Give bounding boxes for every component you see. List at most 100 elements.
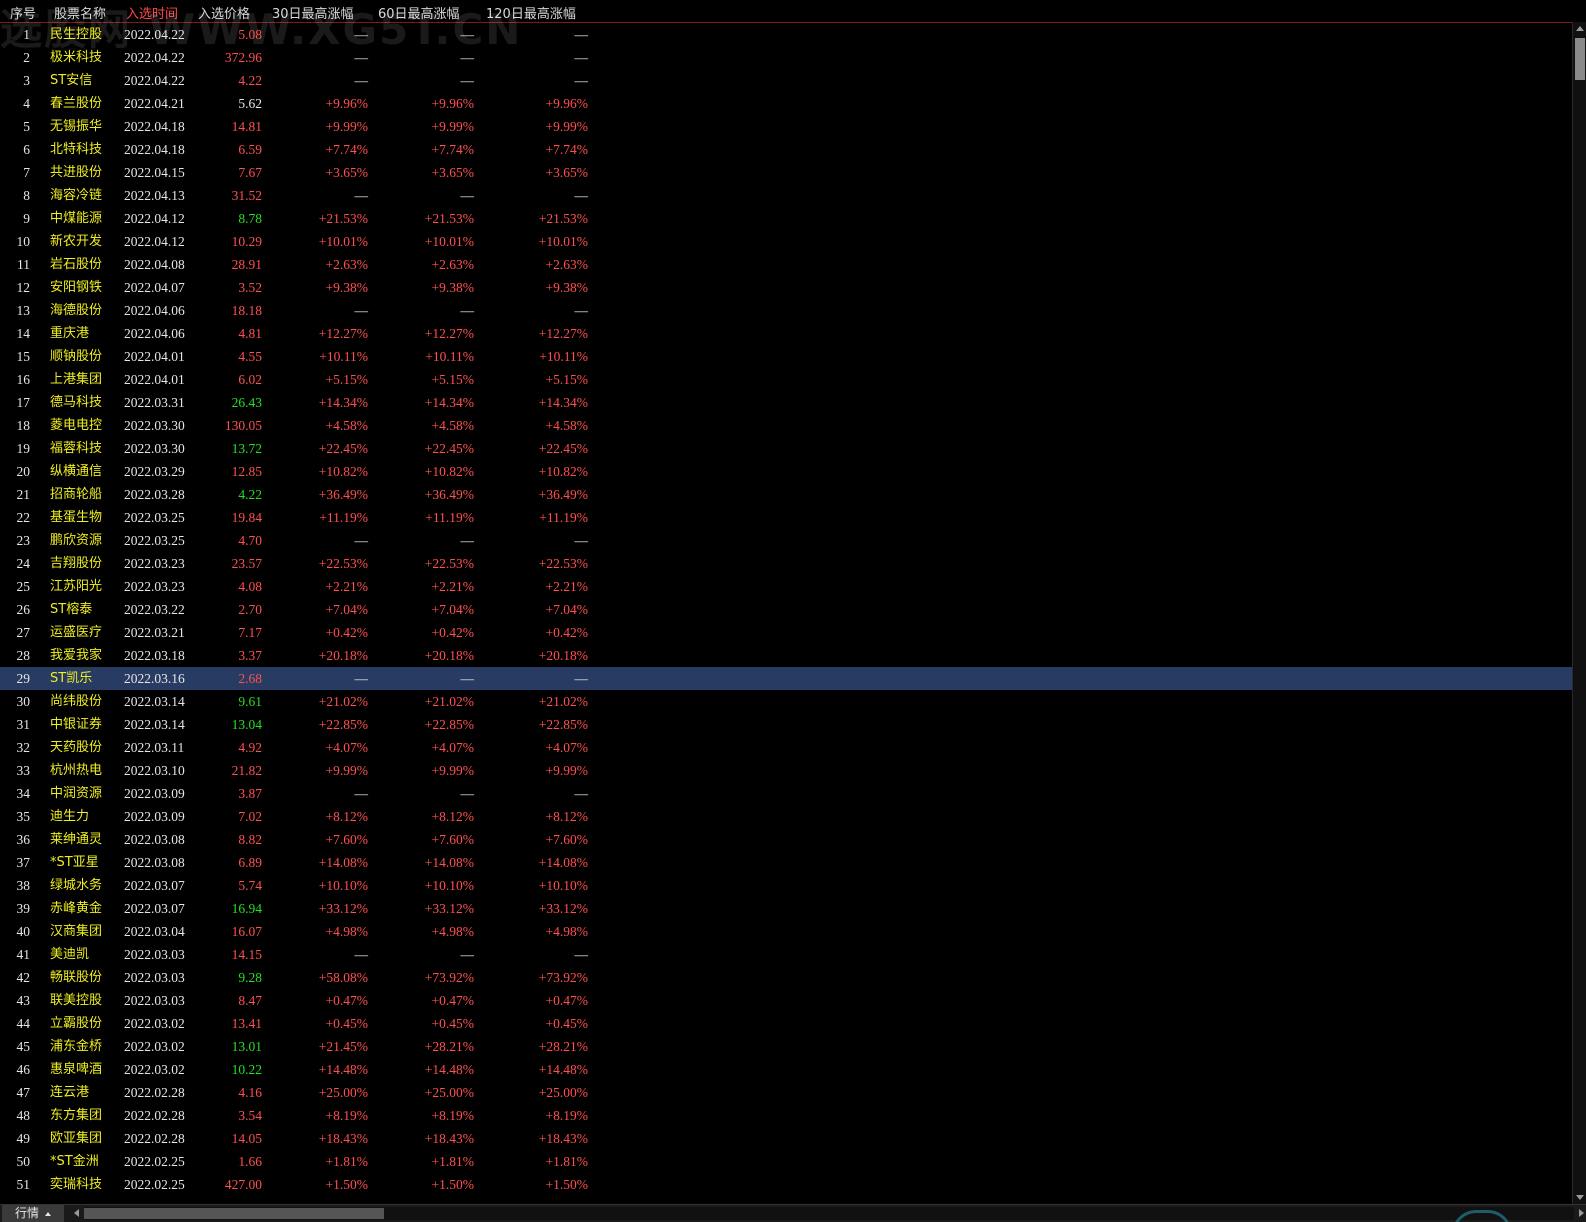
gain-30d: +21.45% xyxy=(318,1039,368,1054)
row-index: 3 xyxy=(23,73,30,88)
table-row[interactable]: 13 海德股份 2022.04.06 18.18 — — — xyxy=(0,299,1572,322)
table-row[interactable]: 24 吉翔股份 2022.03.23 23.57 +22.53% +22.53% +22.5… xyxy=(0,552,1572,575)
table-row[interactable]: 8 海容冷链 2022.04.13 31.52 — — — xyxy=(0,184,1572,207)
stock-name: 德马科技 xyxy=(50,395,103,410)
table-row[interactable]: 16 上港集团 2022.04.01 6.02 +5.15% +5.15% +5.15% xyxy=(0,368,1572,391)
column-header-60d-gain[interactable]: 60日最高涨幅 xyxy=(378,3,460,22)
select-date: 2022.03.22 xyxy=(124,602,185,617)
table-row[interactable]: 21 招商轮船 2022.03.28 4.22 +36.49% +36.49% +36.49… xyxy=(0,483,1572,506)
select-date: 2022.04.13 xyxy=(124,188,185,203)
table-row[interactable]: 31 中银证券 2022.03.14 13.04 +22.85% +22.85% +22.8… xyxy=(0,713,1572,736)
select-price: 28.91 xyxy=(231,257,262,272)
gain-60d: +14.08% xyxy=(424,855,474,870)
table-row[interactable]: 34 中润资源 2022.03.09 3.87 — — — xyxy=(0,782,1572,805)
table-row[interactable]: 27 运盛医疗 2022.03.21 7.17 +0.42% +0.42% +0.42% xyxy=(0,621,1572,644)
column-header-120d-gain[interactable]: 120日最高涨幅 xyxy=(486,3,576,22)
table-row[interactable]: 30 尚纬股份 2022.03.14 9.61 +21.02% +21.02% +21.02… xyxy=(0,690,1572,713)
stock-name: 江苏阳光 xyxy=(50,579,103,594)
table-row[interactable]: 46 惠泉啤酒 2022.03.02 10.22 +14.48% +14.48% +14.4… xyxy=(0,1058,1572,1081)
scroll-down-icon[interactable] xyxy=(1576,1195,1584,1200)
table-row[interactable]: 11 岩石股份 2022.04.08 28.91 +2.63% +2.63% +2.63% xyxy=(0,253,1572,276)
table-row[interactable]: 42 畅联股份 2022.03.03 9.28 +58.08% +73.92% +73.92… xyxy=(0,966,1572,989)
row-index: 45 xyxy=(16,1039,31,1054)
table-row[interactable]: 49 欧亚集团 2022.02.28 14.05 +18.43% +18.43% +18.4… xyxy=(0,1127,1572,1150)
table-row[interactable]: 2 极米科技 2022.04.22 372.96 — — — xyxy=(0,46,1572,69)
table-row[interactable]: 32 天药股份 2022.03.11 4.92 +4.07% +4.07% +4.07% xyxy=(0,736,1572,759)
select-price: 3.52 xyxy=(238,280,262,295)
table-row[interactable]: 19 福蓉科技 2022.03.30 13.72 +22.45% +22.45% +22.4… xyxy=(0,437,1572,460)
table-row[interactable]: 7 共进股份 2022.04.15 7.67 +3.65% +3.65% +3.65% xyxy=(0,161,1572,184)
table-row[interactable]: 28 我爱我家 2022.03.18 3.37 +20.18% +20.18% +20.18… xyxy=(0,644,1572,667)
select-date: 2022.03.29 xyxy=(124,464,185,479)
table-row[interactable]: 10 新农开发 2022.04.12 10.29 +10.01% +10.01% +10.0… xyxy=(0,230,1572,253)
table-row[interactable]: 12 安阳钢铁 2022.04.07 3.52 +9.38% +9.38% +9.38% xyxy=(0,276,1572,299)
table-row[interactable]: 6 北特科技 2022.04.18 6.59 +7.74% +7.74% +7.74% xyxy=(0,138,1572,161)
table-row[interactable]: 35 迪生力 2022.03.09 7.02 +8.12% +8.12% +8.12% xyxy=(0,805,1572,828)
gain-30d: +22.45% xyxy=(318,441,368,456)
column-header-stock-name[interactable]: 股票名称 xyxy=(54,3,106,22)
column-header-index[interactable]: 序号 xyxy=(10,3,36,22)
scroll-left-icon[interactable] xyxy=(74,1209,79,1217)
gain-60d: +7.04% xyxy=(431,602,474,617)
table-row[interactable]: 37 *ST亚星 2022.03.08 6.89 +14.08% +14.08% +14.0… xyxy=(0,851,1572,874)
table-row[interactable]: 9 中煤能源 2022.04.12 8.78 +21.53% +21.53% +21.53% xyxy=(0,207,1572,230)
scroll-right-icon[interactable] xyxy=(1579,1209,1584,1217)
column-header-select-date[interactable]: 入选时间 xyxy=(126,3,178,22)
table-row[interactable]: 40 汉商集团 2022.03.04 16.07 +4.98% +4.98% +4.98% xyxy=(0,920,1572,943)
select-price: 5.74 xyxy=(238,878,262,893)
select-date: 2022.03.21 xyxy=(124,625,185,640)
table-row[interactable]: 29 ST凯乐 2022.03.16 2.68 — — — xyxy=(0,667,1572,690)
stock-name: 极米科技 xyxy=(50,50,103,65)
table-row[interactable]: 38 绿城水务 2022.03.07 5.74 +10.10% +10.10% +10.10… xyxy=(0,874,1572,897)
row-index: 42 xyxy=(16,970,31,985)
table-row[interactable]: 20 纵横通信 2022.03.29 12.85 +10.82% +10.82% +10.8… xyxy=(0,460,1572,483)
table-row[interactable]: 1 民生控股 2022.04.22 5.08 — — — xyxy=(0,23,1572,46)
table-row[interactable]: 17 德马科技 2022.03.31 26.43 +14.34% +14.34% +14.3… xyxy=(0,391,1572,414)
row-index: 29 xyxy=(16,671,31,686)
horizontal-scroll-thumb[interactable] xyxy=(84,1208,384,1219)
gain-60d: — xyxy=(460,533,475,548)
scroll-up-icon[interactable] xyxy=(1576,26,1584,31)
table-row[interactable]: 41 美迪凯 2022.03.03 14.15 — — — xyxy=(0,943,1572,966)
table-row[interactable]: 48 东方集团 2022.02.28 3.54 +8.19% +8.19% +8.19% xyxy=(0,1104,1572,1127)
gain-60d: +9.99% xyxy=(431,763,474,778)
select-price: 2.70 xyxy=(238,602,262,617)
table-row[interactable]: 18 菱电电控 2022.03.30 130.05 +4.58% +4.58% +4.58% xyxy=(0,414,1572,437)
column-header-30d-gain[interactable]: 30日最高涨幅 xyxy=(272,3,354,22)
table-row[interactable]: 36 莱绅通灵 2022.03.08 8.82 +7.60% +7.60% +7.60% xyxy=(0,828,1572,851)
gain-30d: — xyxy=(354,303,369,318)
column-header-select-price[interactable]: 入选价格 xyxy=(198,3,250,22)
table-row[interactable]: 3 ST安信 2022.04.22 4.22 — — — xyxy=(0,69,1572,92)
table-row[interactable]: 15 顺钠股份 2022.04.01 4.55 +10.11% +10.11% +10.11… xyxy=(0,345,1572,368)
table-row[interactable]: 39 赤峰黄金 2022.03.07 16.94 +33.12% +33.12% +33.1… xyxy=(0,897,1572,920)
vertical-scroll-thumb[interactable] xyxy=(1575,38,1585,80)
table-row[interactable]: 26 ST榕泰 2022.03.22 2.70 +7.04% +7.04% +7.04% xyxy=(0,598,1572,621)
table-row[interactable]: 50 *ST金洲 2022.02.25 1.66 +1.81% +1.81% +1.81% xyxy=(0,1150,1572,1173)
vertical-scrollbar[interactable] xyxy=(1572,22,1586,1204)
table-row[interactable]: 22 基蛋生物 2022.03.25 19.84 +11.19% +11.19% +11.1… xyxy=(0,506,1572,529)
table-row[interactable]: 4 春兰股份 2022.04.21 5.62 +9.96% +9.96% +9.96% xyxy=(0,92,1572,115)
table-row[interactable]: 47 连云港 2022.02.28 4.16 +25.00% +25.00% +25.00% xyxy=(0,1081,1572,1104)
select-date: 2022.03.30 xyxy=(124,418,185,433)
table-row[interactable]: 43 联美控股 2022.03.03 8.47 +0.47% +0.47% +0.47% xyxy=(0,989,1572,1012)
stock-name: 赤峰黄金 xyxy=(50,901,103,916)
table-row[interactable]: 44 立霸股份 2022.03.02 13.41 +0.45% +0.45% +0.45% xyxy=(0,1012,1572,1035)
gain-60d: — xyxy=(460,303,475,318)
stock-name: 美迪凯 xyxy=(50,947,90,962)
table-row[interactable]: 25 江苏阳光 2022.03.23 4.08 +2.21% +2.21% +2.21% xyxy=(0,575,1572,598)
row-index: 40 xyxy=(16,924,31,939)
horizontal-scrollbar[interactable] xyxy=(84,1207,1574,1220)
table-row[interactable]: 14 重庆港 2022.04.06 4.81 +12.27% +12.27% +12.27% xyxy=(0,322,1572,345)
table-row[interactable]: 51 奕瑞科技 2022.02.25 427.00 +1.50% +1.50% +1.50% xyxy=(0,1173,1572,1196)
table-row[interactable]: 23 鹏欣资源 2022.03.25 4.70 — — — xyxy=(0,529,1572,552)
select-price: 21.82 xyxy=(231,763,262,778)
row-index: 10 xyxy=(16,234,31,249)
tab-quotes[interactable]: 行情 xyxy=(2,1205,64,1222)
gain-30d: +4.98% xyxy=(325,924,368,939)
table-row[interactable]: 5 无锡振华 2022.04.18 14.81 +9.99% +9.99% +9.99% xyxy=(0,115,1572,138)
gain-60d: +3.65% xyxy=(431,165,474,180)
row-index: 32 xyxy=(16,740,31,755)
table-row[interactable]: 33 杭州热电 2022.03.10 21.82 +9.99% +9.99% +9.99% xyxy=(0,759,1572,782)
table-row[interactable]: 45 浦东金桥 2022.03.02 13.01 +21.45% +28.21% +28.2… xyxy=(0,1035,1572,1058)
gain-60d: +9.38% xyxy=(431,280,474,295)
